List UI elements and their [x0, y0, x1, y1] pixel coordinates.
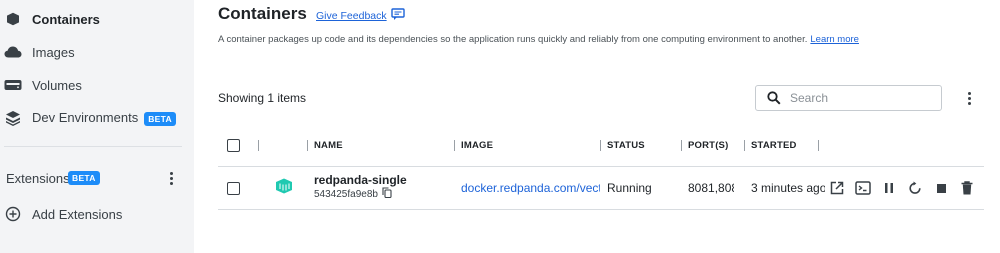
- column-separator: [258, 132, 265, 158]
- sidebar-item-containers[interactable]: Containers: [0, 4, 194, 34]
- stop-icon[interactable]: [928, 178, 954, 198]
- extensions-label: Extensions: [6, 170, 70, 186]
- give-feedback-label: Give Feedback: [316, 10, 387, 22]
- terminal-icon[interactable]: [850, 178, 876, 198]
- copy-icon[interactable]: [382, 187, 392, 201]
- column-header-ports[interactable]: PORT(S): [681, 132, 728, 158]
- table-header: NAME IMAGE STATUS PORT(S) STARTED: [218, 132, 984, 167]
- main-content: Containers Give Feedback A container pac…: [194, 0, 1000, 253]
- sidebar-item-label: Containers: [32, 11, 100, 27]
- add-extensions-label: Add Extensions: [32, 206, 123, 222]
- search-icon: [767, 91, 781, 110]
- container-name[interactable]: redpanda-single: [314, 173, 444, 187]
- sidebar-item-label: Volumes: [32, 77, 82, 93]
- open-in-browser-icon[interactable]: [824, 178, 850, 198]
- add-extensions-button[interactable]: Add Extensions: [0, 199, 194, 229]
- sidebar-divider: [4, 146, 182, 147]
- container-id: 543425fa9e8b: [314, 187, 444, 201]
- container-name-cell[interactable]: redpanda-single 543425fa9e8b: [314, 173, 444, 201]
- more-options-icon[interactable]: [963, 89, 975, 107]
- search-input[interactable]: [790, 89, 935, 107]
- sidebar-item-images[interactable]: Images: [0, 37, 194, 67]
- pause-icon[interactable]: [876, 178, 902, 198]
- layers-icon: [4, 109, 22, 127]
- sidebar: Containers Images Volumes Dev Environmen…: [0, 0, 194, 253]
- container-started: 3 minutes ago: [751, 181, 825, 195]
- table-row[interactable]: redpanda-single 543425fa9e8b docker.redp…: [218, 167, 984, 210]
- container-running-icon: [275, 178, 293, 199]
- container-ports[interactable]: 8081,8082: [688, 181, 734, 195]
- page-description: A container packages up code and its dep…: [218, 34, 859, 45]
- extensions-header: Extensions BETA: [0, 164, 194, 192]
- column-header-image[interactable]: IMAGE: [454, 132, 493, 158]
- beta-badge: BETA: [144, 111, 176, 126]
- extensions-menu-icon[interactable]: [165, 168, 177, 188]
- plus-circle-icon: [4, 205, 22, 223]
- sidebar-item-volumes[interactable]: Volumes: [0, 70, 194, 100]
- container-icon: [4, 10, 22, 28]
- column-separator: [818, 132, 825, 158]
- select-all-checkbox[interactable]: [227, 139, 240, 152]
- row-actions: [824, 178, 980, 198]
- learn-more-link[interactable]: Learn more: [810, 34, 859, 45]
- sidebar-item-label: Dev Environments BETA: [32, 110, 176, 126]
- column-header-name[interactable]: NAME: [307, 132, 343, 158]
- page-title: Containers: [218, 4, 307, 23]
- container-image-link[interactable]: docker.redpanda.com/vectorized/redpanda: [461, 181, 600, 195]
- drive-icon: [4, 76, 22, 94]
- restart-icon[interactable]: [902, 178, 928, 198]
- delete-icon[interactable]: [954, 178, 980, 198]
- container-status: Running: [607, 181, 652, 195]
- column-header-started[interactable]: STARTED: [744, 132, 797, 158]
- give-feedback-link[interactable]: Give Feedback: [316, 8, 405, 24]
- sidebar-item-dev-environments[interactable]: Dev Environments BETA: [0, 103, 194, 133]
- cloud-icon: [4, 43, 22, 61]
- search-box: [755, 85, 942, 111]
- beta-badge: BETA: [68, 171, 100, 185]
- column-header-status[interactable]: STATUS: [600, 132, 645, 158]
- items-count: Showing 1 items: [218, 91, 307, 105]
- feedback-icon: [390, 8, 405, 24]
- sidebar-item-label: Images: [32, 44, 75, 60]
- row-checkbox[interactable]: [227, 182, 240, 195]
